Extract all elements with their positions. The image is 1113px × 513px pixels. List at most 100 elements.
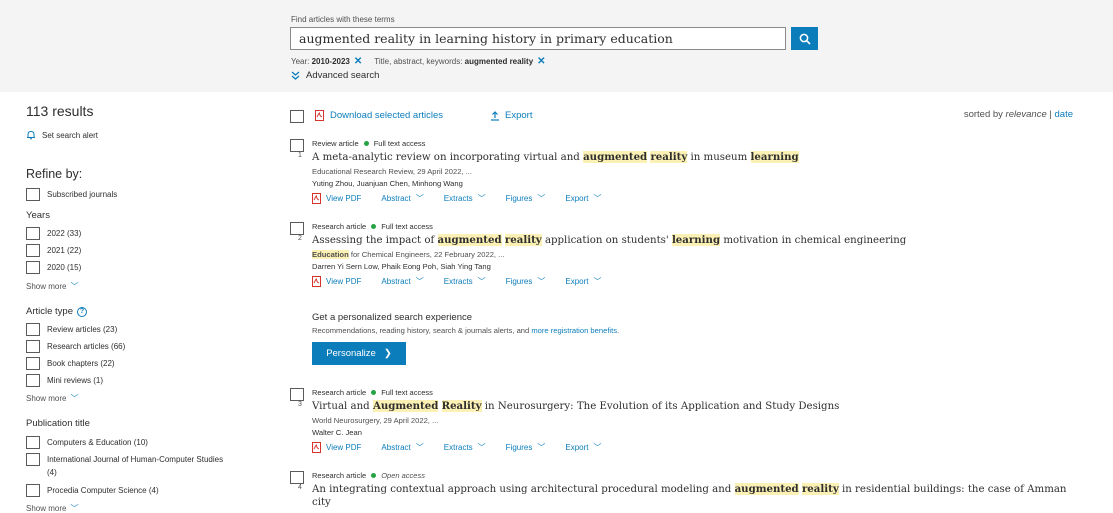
abstract-toggle[interactable]: Abstract ﹀ [381,442,423,453]
figures-toggle[interactable]: Figures ﹀ [506,193,546,204]
view-pdf-link[interactable]: View PDF [312,193,361,204]
highlighted-term: reality [504,234,542,246]
checkbox[interactable] [26,436,40,449]
chevron-down-icon: ﹀ [477,443,486,452]
extracts-toggle[interactable]: Extracts ﹀ [444,276,486,287]
filter-keywords: Title, abstract, keywords: augmented rea… [374,57,534,66]
help-icon[interactable]: ? [77,306,87,317]
year-filter-2020[interactable]: 2020 (15) [26,261,81,274]
export-toggle[interactable]: Export ﹀ [565,276,601,287]
result-actions: View PDF Abstract ﹀ Extracts ﹀ Figures ﹀ Ex… [312,193,601,204]
result-meta: Review article Full text access [312,139,426,148]
search-button[interactable] [791,27,818,50]
result-checkbox[interactable] [290,471,304,484]
pub-filter-computers-education[interactable]: Computers & Education (10) [26,436,148,449]
checkbox[interactable] [26,188,40,201]
pub-filter-ijhcs[interactable]: International Journal of Human-Computer … [26,453,223,466]
year-filter-2022[interactable]: 2022 (33) [26,227,81,240]
search-label: Find articles with these terms [291,15,395,24]
type-filter-mini[interactable]: Mini reviews (1) [26,374,103,387]
chevron-down-icon: ﹀ [477,277,486,286]
chevron-down-icon: ﹀ [415,194,424,203]
title-text: in museum [687,152,751,163]
select-all-checkbox[interactable] [290,110,304,123]
checkbox[interactable] [26,227,40,240]
year-filter-2021[interactable]: 2021 (22) [26,244,81,257]
highlighted-term: Augmented [372,400,439,412]
type-filter-research[interactable]: Research articles (66) [26,340,125,353]
search-input[interactable] [290,27,786,50]
chevron-down-icon: ﹀ [70,504,79,513]
download-selected-button[interactable]: Download selected articles [315,110,443,121]
publication-heading: Publication title [26,418,90,429]
export-button[interactable]: Export [490,110,532,121]
figures-toggle[interactable]: Figures ﹀ [506,276,546,287]
registration-benefits-link[interactable]: more registration benefits [531,326,617,335]
checkbox[interactable] [26,261,40,274]
export-toggle[interactable]: Export ﹀ [565,442,601,453]
view-pdf-link[interactable]: View PDF [312,442,361,453]
checkbox[interactable] [26,453,40,466]
result-actions: View PDF Abstract ﹀ Extracts ﹀ Figures ﹀ Ex… [312,276,601,287]
pub-filter-procedia[interactable]: Procedia Computer Science (4) [26,484,159,497]
view-pdf-link[interactable]: View PDF [312,276,361,287]
export-toggle[interactable]: Export ﹀ [565,193,601,204]
remove-filter-year-icon[interactable]: ✕ [354,56,362,67]
title-text: Assessing the impact of [312,235,438,246]
years-show-more[interactable]: Show more ﹀ [26,281,78,292]
result-checkbox[interactable] [290,222,304,235]
full-access-dot-icon [371,390,377,395]
title-text: motivation in chemical engineering [720,235,907,246]
extracts-toggle[interactable]: Extracts ﹀ [444,442,486,453]
result-actions: View PDF Abstract ﹀ Extracts ﹀ Figures ﹀ Ex… [312,442,601,453]
result-meta: Research article Open access [312,471,425,480]
chevron-down-icon: ﹀ [537,443,546,452]
results-count: 113 results [26,103,94,119]
result-title-line2[interactable]: city [312,496,331,510]
subscribed-journals-filter[interactable]: Subscribed journals [26,188,117,201]
result-title-link[interactable]: A meta-analytic review on incorporating … [312,150,799,165]
highlighted-term: augmented [734,483,799,495]
double-chevron-down-icon [291,71,300,80]
type-filter-review[interactable]: Review articles (23) [26,323,117,336]
checkbox[interactable] [26,484,40,497]
extracts-toggle[interactable]: Extracts ﹀ [444,193,486,204]
title-text: in residential buildings: the case of Am… [838,484,1067,495]
abstract-toggle[interactable]: Abstract ﹀ [381,193,423,204]
remove-filter-keywords-icon[interactable]: ✕ [537,56,545,67]
sort-relevance[interactable]: relevance [1006,109,1047,120]
result-checkbox[interactable] [290,139,304,152]
result-title-link[interactable]: An integrating contextual approach using… [312,482,1067,497]
title-text: for Chemical Engineers, 22 February 2022… [348,250,505,259]
result-checkbox[interactable] [290,388,304,401]
chevron-down-icon: ﹀ [593,194,602,203]
pdf-icon [312,276,321,287]
search-band: Find articles with these terms Year: 201… [0,0,1113,92]
full-access-dot-icon [363,141,369,146]
chevron-down-icon: ﹀ [70,394,79,403]
pdf-icon [312,442,321,453]
figures-toggle[interactable]: Figures ﹀ [506,442,546,453]
set-search-alert-link[interactable]: Set search alert [26,130,98,140]
chevron-down-icon: ﹀ [537,194,546,203]
sort-date-link[interactable]: date [1055,109,1074,120]
checkbox[interactable] [26,340,40,353]
result-title-link[interactable]: Virtual and Augmented Reality in Neurosu… [312,399,839,414]
result-title-link[interactable]: Assessing the impact of augmented realit… [312,233,906,248]
pubs-show-more[interactable]: Show more ﹀ [26,503,78,513]
types-show-more[interactable]: Show more ﹀ [26,393,78,404]
chevron-down-icon: ﹀ [70,282,79,291]
checkbox[interactable] [26,323,40,336]
type-filter-chapters[interactable]: Book chapters (22) [26,357,115,370]
title-text: in Neurosurgery: The Evolution of its Ap… [481,401,840,412]
sort-control: sorted by relevance | date [963,109,1074,120]
checkbox[interactable] [26,357,40,370]
abstract-toggle[interactable]: Abstract ﹀ [381,276,423,287]
title-text: A meta-analytic review on incorporating … [312,152,584,163]
result-authors: Yuting Zhou, Juanjuan Chen, Minhong Wang [312,179,463,188]
checkbox[interactable] [26,374,40,387]
advanced-search-link[interactable]: Advanced search [291,70,379,81]
checkbox[interactable] [26,244,40,257]
highlighted-term: Education [312,250,349,259]
personalize-button[interactable]: Personalize ❯ [312,342,406,365]
